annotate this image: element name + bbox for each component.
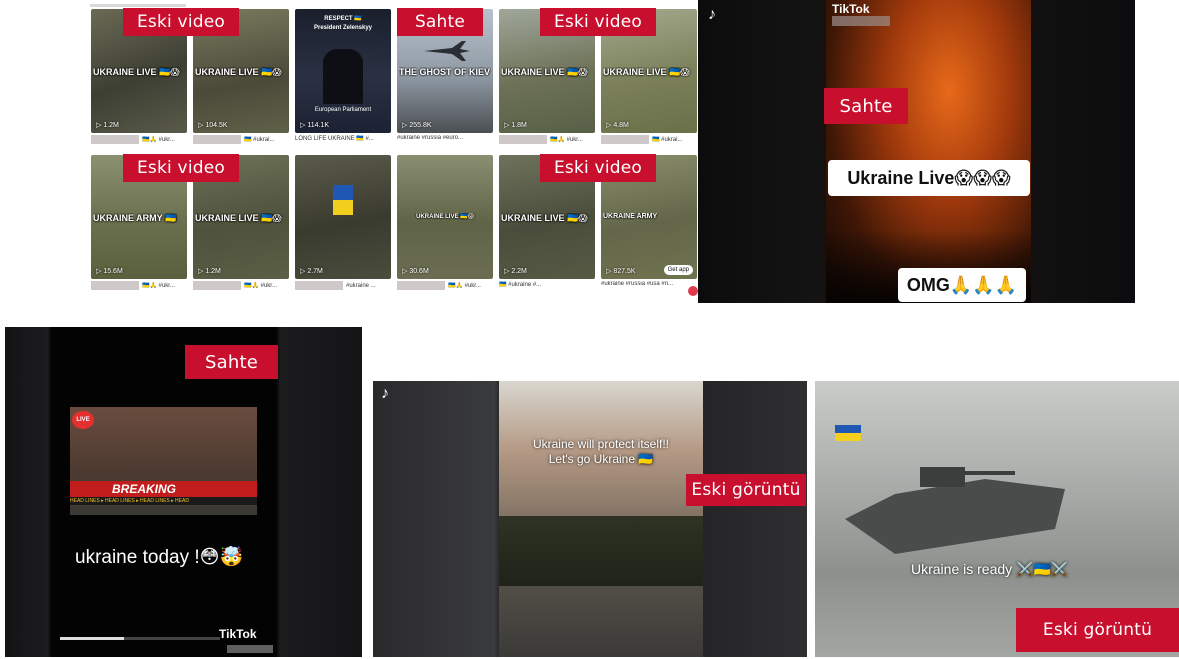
video-caption: Ukraine will protect itself!! Let's go U…	[532, 437, 670, 466]
label-eski-video: Eski video	[540, 154, 656, 182]
blurred-username	[832, 16, 890, 26]
video-tags: #ukraine #russia #euro...	[397, 135, 464, 141]
video-thumbnail[interactable]: RESPECT 🇺🇦 President Zelenskyy European …	[295, 9, 391, 133]
tiktok-icon: ♪	[708, 6, 716, 23]
video-tags: 🇺🇦🙏 #ukr...	[499, 135, 595, 145]
view-count: ▷ 827.5K	[606, 268, 636, 275]
video-tags: #ukraine ...	[295, 281, 391, 291]
view-count: ▷ 255.8K	[402, 122, 432, 129]
video-caption: ukraine today !😳🤯	[75, 547, 244, 568]
progress-fill	[60, 637, 124, 640]
view-count: ▷ 1.2M	[96, 122, 119, 129]
video-tags: 🇺🇦 #ukrai...	[193, 135, 289, 145]
label-eski-video: Eski video	[123, 8, 239, 36]
video-tags: #ukraine #russia #usa #n...	[601, 281, 674, 287]
thumbnail-caption: UKRAINE LIVE 🇺🇦😱	[501, 213, 588, 223]
tiktok-video-explosion[interactable]: ♪ TikTok Sahte Ukraine Live😱😱😱 OMG🙏🙏🙏	[698, 0, 1135, 303]
speaker-silhouette	[323, 49, 363, 104]
view-count: ▷ 114.1K	[300, 122, 329, 129]
tiktok-video-parade[interactable]: ♪ Ukraine will protect itself!! Let's go…	[373, 381, 807, 657]
thumbnail-caption: UKRAINE LIVE 🇺🇦😱	[93, 67, 180, 77]
thumbnail-caption: UKRAINE LIVE 🇺🇦😱	[603, 67, 690, 77]
thumbnail-caption: UKRAINE ARMY	[603, 213, 658, 220]
grid-top-divider	[90, 4, 186, 7]
fighter-jet-icon	[424, 41, 470, 61]
thumbnail-caption: UKRAINE LIVE 🇺🇦😱	[195, 213, 282, 223]
label-eski-video: Eski video	[540, 8, 656, 36]
thumbnail-caption: THE GHOST OF KIEV	[399, 67, 491, 77]
news-ticker: HEAD LINES ▸ HEAD LINES ▸ HEAD LINES ▸ H…	[70, 497, 257, 505]
live-badge: LIVE	[72, 411, 94, 429]
thumbnail-caption: UKRAINE ARMY 🇺🇦	[93, 213, 177, 223]
thumbnail-caption: RESPECT 🇺🇦 President Zelenskyy	[313, 16, 373, 31]
label-sahte: Sahte	[185, 345, 278, 379]
tiktok-video-tank[interactable]: Ukraine is ready ⚔️🇺🇦⚔️ Eski görüntü	[815, 381, 1179, 657]
tiktok-brand: TikTok	[219, 627, 257, 641]
video-tags: 🇺🇦 #ukrai...	[601, 135, 697, 145]
view-count: ▷ 15.6M	[96, 268, 123, 275]
video-tags: 🇺🇦🙏 #ukr...	[193, 281, 289, 291]
label-eski-goruntu: Eski görüntü	[1016, 608, 1179, 652]
tank-silhouette	[845, 467, 1065, 554]
view-count: ▷ 2.7M	[300, 268, 323, 275]
view-count: ▷ 1.2M	[198, 268, 221, 275]
video-caption: Ukraine Live😱😱😱	[828, 160, 1030, 196]
video-caption-omg: OMG🙏🙏🙏	[898, 268, 1026, 302]
get-app-button[interactable]: Get app	[663, 265, 693, 275]
blurred-username	[227, 645, 273, 653]
view-count: ▷ 4.8M	[606, 122, 629, 129]
label-sahte: Sahte	[824, 88, 908, 124]
thumbnail-caption: UKRAINE LIVE 🇺🇦😱	[195, 67, 282, 77]
view-count: ▷ 104.5K	[198, 122, 228, 129]
military-vehicles	[499, 516, 703, 586]
video-caption: Ukraine is ready ⚔️🇺🇦⚔️	[911, 561, 1069, 577]
tiktok-brand: TikTok	[832, 2, 870, 16]
breaking-banner: BREAKING	[70, 481, 257, 497]
ukraine-flag	[835, 425, 861, 441]
label-sahte: Sahte	[397, 8, 483, 36]
news-footage: LIVE BREAKING HEAD LINES ▸ HEAD LINES ▸ …	[70, 407, 257, 515]
tiktok-icon: ♪	[381, 385, 389, 402]
video-tags: 🇺🇦🙏 #ukr...	[91, 281, 187, 291]
view-count: ▷ 2.2M	[504, 268, 527, 275]
progress-track[interactable]	[60, 637, 220, 640]
thumbnail-caption: UKRAINE LIVE 🇺🇦😱	[416, 214, 474, 220]
thumbnail-caption: UKRAINE LIVE 🇺🇦😱	[501, 67, 588, 77]
video-thumbnail[interactable]: ▷ 2.7M	[295, 155, 391, 279]
label-eski-video: Eski video	[123, 154, 239, 182]
video-tags: 🇺🇦🙏 #ukr...	[397, 281, 493, 291]
video-tags: 🇺🇦 #ukraine #...	[499, 282, 542, 288]
view-count: ▷ 1.8M	[504, 122, 527, 129]
tiktok-video-breaking[interactable]: LIVE BREAKING HEAD LINES ▸ HEAD LINES ▸ …	[5, 327, 362, 657]
video-tags: LONG LIFE UKRAINE 🇺🇦 #...	[295, 136, 374, 142]
ukraine-flag	[333, 185, 353, 215]
app-badge-icon	[688, 286, 698, 296]
thumbnail-subcaption: European Parliament	[314, 107, 372, 113]
video-thumbnail[interactable]: UKRAINE LIVE 🇺🇦😱 ▷ 30.6M	[397, 155, 493, 279]
video-tags: 🇺🇦🙏 #ukr...	[91, 135, 187, 145]
label-eski-goruntu: Eski görüntü	[686, 474, 806, 506]
view-count: ▷ 30.6M	[402, 268, 429, 275]
